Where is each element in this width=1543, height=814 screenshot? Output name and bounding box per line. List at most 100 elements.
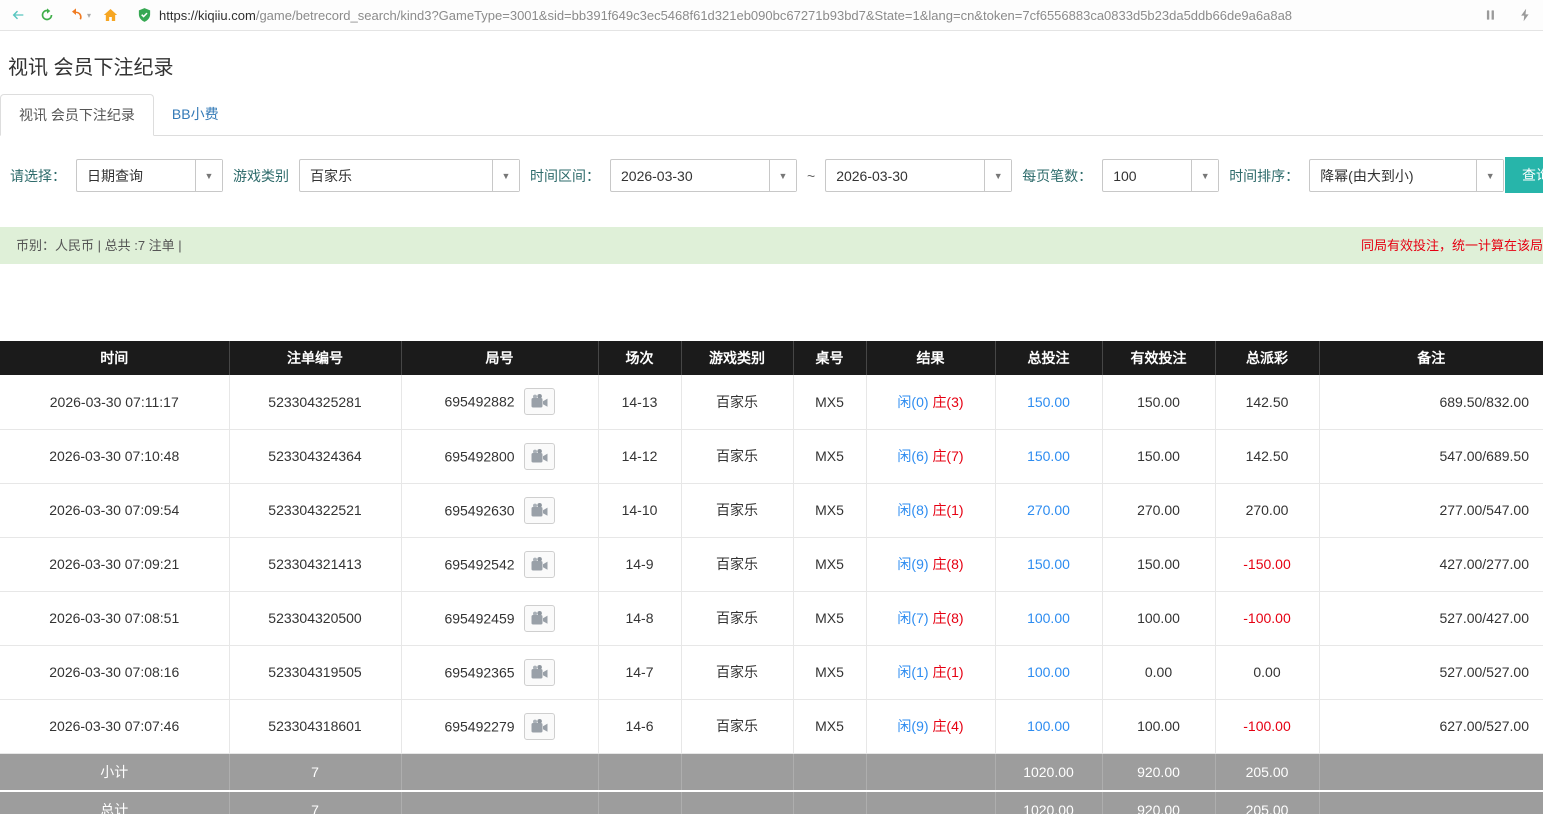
cell-payout: -100.00 xyxy=(1215,699,1319,753)
chevron-down-icon: ▾ xyxy=(87,11,91,20)
undo-button[interactable]: ▾ xyxy=(66,5,91,25)
result-player: 闲(9) xyxy=(897,718,928,734)
table-row: 2026-03-30 07:07:46523304318601695492279… xyxy=(0,699,1543,753)
table-header-row: 时间 注单编号 局号 场次 游戏类别 桌号 结果 总投注 有效投注 总派彩 备注 xyxy=(0,341,1543,375)
cell-table-no: MX5 xyxy=(793,645,866,699)
camera-icon xyxy=(531,665,548,680)
cell-round: 695492882 xyxy=(401,375,598,429)
replay-button[interactable] xyxy=(524,605,555,632)
page-size-label: 每页笔数： xyxy=(1022,166,1092,186)
cell-table-no: MX5 xyxy=(793,537,866,591)
cell-time: 2026-03-30 07:09:54 xyxy=(0,483,229,537)
cell-total-bet: 150.00 xyxy=(995,375,1102,429)
header-note: 备注 xyxy=(1319,341,1543,375)
header-game-type: 游戏类别 xyxy=(681,341,793,375)
search-button[interactable]: 查询 xyxy=(1505,157,1543,193)
cell-table-no: MX5 xyxy=(793,375,866,429)
cell-valid-bet: 0.00 xyxy=(1102,645,1215,699)
cell-session: 14-13 xyxy=(598,375,681,429)
refresh-icon[interactable] xyxy=(37,5,57,25)
header-result: 结果 xyxy=(866,341,995,375)
cell-result: 闲(6) 庄(7) xyxy=(866,429,995,483)
tab-bet-records[interactable]: 视讯 会员下注纪录 xyxy=(0,94,154,136)
cell-note: 527.00/427.00 xyxy=(1319,591,1543,645)
total-row: 总计 7 1020.00 920.00 205.00 xyxy=(0,791,1543,814)
chevron-down-icon[interactable]: ▼ xyxy=(1476,160,1503,191)
tab-bb-tip[interactable]: BB小费 xyxy=(154,94,237,135)
total-bet-link[interactable]: 270.00 xyxy=(1027,502,1070,518)
security-shield-icon[interactable] xyxy=(137,7,152,23)
total-bet-link[interactable]: 150.00 xyxy=(1027,448,1070,464)
total-bet-link[interactable]: 100.00 xyxy=(1027,610,1070,626)
page-size-select[interactable]: 100 ▼ xyxy=(1102,159,1219,192)
cell-round: 695492630 xyxy=(401,483,598,537)
table-row: 2026-03-30 07:11:17523304325281695492882… xyxy=(0,375,1543,429)
payout-value: -150.00 xyxy=(1243,556,1290,572)
result-player: 闲(9) xyxy=(897,556,928,572)
replay-button[interactable] xyxy=(524,551,555,578)
cell-time: 2026-03-30 07:11:17 xyxy=(0,375,229,429)
result-banker: 庄(1) xyxy=(932,502,963,518)
cell-valid-bet: 100.00 xyxy=(1102,699,1215,753)
camera-icon xyxy=(531,394,548,409)
home-icon[interactable] xyxy=(100,5,120,25)
cell-payout: 142.50 xyxy=(1215,375,1319,429)
page-tools-icon[interactable] xyxy=(1484,8,1498,22)
browser-chrome: ▾ https://kiqiiu.com/game/betrecord_sear… xyxy=(0,0,1543,31)
cell-total-bet: 150.00 xyxy=(995,537,1102,591)
date-to-select[interactable]: 2026-03-30 ▼ xyxy=(825,159,1012,192)
cell-valid-bet: 270.00 xyxy=(1102,483,1215,537)
date-mode-select[interactable]: 日期查询 ▼ xyxy=(76,159,223,192)
cell-bet-id: 523304325281 xyxy=(229,375,401,429)
total-bet-link[interactable]: 100.00 xyxy=(1027,718,1070,734)
header-time: 时间 xyxy=(0,341,229,375)
cell-game-type: 百家乐 xyxy=(681,591,793,645)
payout-value: 142.50 xyxy=(1246,394,1289,410)
bet-records-table: 时间 注单编号 局号 场次 游戏类别 桌号 结果 总投注 有效投注 总派彩 备注… xyxy=(0,341,1543,814)
table-row: 2026-03-30 07:10:48523304324364695492800… xyxy=(0,429,1543,483)
date-from-select[interactable]: 2026-03-30 ▼ xyxy=(610,159,797,192)
round-number: 695492459 xyxy=(444,610,514,626)
cell-session: 14-10 xyxy=(598,483,681,537)
back-icon[interactable] xyxy=(8,5,28,25)
lightning-icon[interactable] xyxy=(1515,5,1535,25)
undo-icon xyxy=(66,5,86,25)
chevron-down-icon[interactable]: ▼ xyxy=(769,160,796,191)
replay-button[interactable] xyxy=(524,713,555,740)
header-table-no: 桌号 xyxy=(793,341,866,375)
sort-select[interactable]: 降幂(由大到小) ▼ xyxy=(1309,159,1504,192)
subtotal-row: 小计 7 1020.00 920.00 205.00 xyxy=(0,753,1543,791)
cell-bet-id: 523304318601 xyxy=(229,699,401,753)
total-bet-link[interactable]: 150.00 xyxy=(1027,556,1070,572)
chevron-down-icon[interactable]: ▼ xyxy=(195,160,222,191)
round-number: 695492365 xyxy=(444,664,514,680)
round-number: 695492630 xyxy=(444,502,514,518)
replay-button[interactable] xyxy=(524,388,555,415)
total-bet-link[interactable]: 150.00 xyxy=(1027,394,1070,410)
payout-value: 0.00 xyxy=(1253,664,1280,680)
chevron-down-icon[interactable]: ▼ xyxy=(1191,160,1218,191)
camera-icon xyxy=(531,503,548,518)
cell-payout: -100.00 xyxy=(1215,591,1319,645)
game-type-select[interactable]: 百家乐 ▼ xyxy=(299,159,520,192)
subtotal-label: 小计 xyxy=(0,753,229,791)
chevron-down-icon[interactable]: ▼ xyxy=(492,160,519,191)
game-type-label: 游戏类别 xyxy=(233,166,289,186)
subtotal-payout: 205.00 xyxy=(1215,753,1319,791)
cell-session: 14-12 xyxy=(598,429,681,483)
result-player: 闲(1) xyxy=(897,664,928,680)
summary-right-notice: 同局有效投注，统一计算在该局 xyxy=(1361,237,1543,254)
address-bar[interactable]: https://kiqiiu.com/game/betrecord_search… xyxy=(129,3,1506,28)
cell-total-bet: 100.00 xyxy=(995,645,1102,699)
replay-button[interactable] xyxy=(524,659,555,686)
camera-icon xyxy=(531,611,548,626)
url-text: https://kiqiiu.com/game/betrecord_search… xyxy=(159,8,1477,23)
total-valid-bet: 920.00 xyxy=(1102,791,1215,814)
result-banker: 庄(4) xyxy=(932,718,963,734)
filter-bar: 请选择： 日期查询 ▼ 游戏类别 百家乐 ▼ 时间区间： 2026-03-30 … xyxy=(0,136,1543,192)
chevron-down-icon[interactable]: ▼ xyxy=(984,160,1011,191)
sort-value: 降幂(由大到小) xyxy=(1310,160,1476,191)
replay-button[interactable] xyxy=(524,443,555,470)
total-bet-link[interactable]: 100.00 xyxy=(1027,664,1070,680)
replay-button[interactable] xyxy=(524,497,555,524)
